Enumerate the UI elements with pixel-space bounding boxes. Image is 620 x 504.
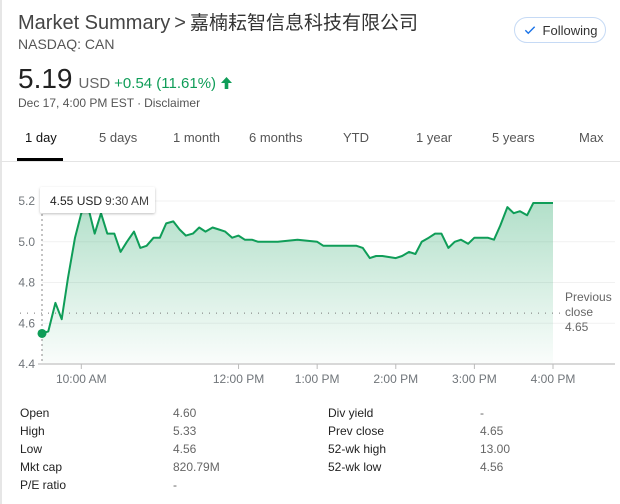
tab-ytd[interactable]: YTD — [343, 130, 369, 145]
stat-label-low: Low — [20, 442, 43, 456]
tab-5-days[interactable]: 5 days — [99, 130, 137, 145]
disclaimer-link[interactable]: Disclaimer — [144, 96, 200, 110]
active-tab-indicator — [17, 158, 63, 161]
x-tick-label: 3:00 PM — [452, 372, 497, 386]
previous-close-label: Previous close 4.65 — [565, 290, 612, 334]
stat-value-prev-close: 4.65 — [480, 424, 504, 438]
breadcrumb-market-summary[interactable]: Market Summary — [18, 12, 170, 34]
stat-value-open: 4.60 — [173, 406, 197, 420]
range-tabs: 1 day 5 days 1 month 6 months YTD 1 year… — [0, 120, 620, 162]
stat-label-open: Open — [20, 406, 50, 420]
tab-5-years[interactable]: 5 years — [492, 130, 535, 145]
x-tick-label: 12:00 PM — [213, 372, 264, 386]
price-chart[interactable]: 5.2 5.0 4.8 4.6 4.4 10:00 AM 12:00 PM 1:00 PM 2… — [0, 180, 620, 390]
following-button[interactable]: Following — [514, 17, 606, 43]
stat-value-52wk-high: 13.00 — [480, 442, 511, 456]
following-label: Following — [542, 22, 598, 38]
stat-label-52wk-high: 52-wk high — [328, 442, 387, 456]
stat-row: P/E ratio - — [0, 478, 620, 496]
tab-1-day[interactable]: 1 day — [25, 130, 57, 145]
x-tick-label: 10:00 AM — [56, 372, 107, 386]
quote-timestamp: Dec 17, 4:00 PM EST · Disclaimer — [18, 96, 200, 110]
breadcrumb-separator: > — [174, 12, 186, 34]
previous-close-label-line2: close — [565, 305, 593, 319]
stat-label-high: High — [20, 424, 45, 438]
price-area-fill — [42, 203, 553, 364]
tab-1-year[interactable]: 1 year — [416, 130, 452, 145]
arrow-up-icon — [221, 77, 233, 89]
stat-label-prev-close: Prev close — [328, 424, 385, 438]
x-tick-label: 2:00 PM — [373, 372, 418, 386]
company-name: 嘉楠耘智信息科技有限公司 — [189, 12, 418, 34]
current-price: 5.19 — [18, 63, 73, 94]
y-tick-label: 4.6 — [18, 316, 35, 330]
tooltip-price: 4.55 USD — [50, 194, 102, 208]
stat-label-mkt-cap: Mkt cap — [20, 460, 63, 474]
currency: USD — [78, 75, 111, 92]
stat-value-mkt-cap: 820.79M — [173, 460, 220, 474]
y-tick-label: 5.0 — [18, 235, 35, 249]
tooltip-time: 9:30 AM — [105, 194, 149, 208]
check-icon — [524, 26, 535, 35]
price-change: +0.54 (11.61%) — [114, 75, 217, 92]
exchange-ticker: NASDAQ: CAN — [18, 36, 115, 52]
stat-value-pe-ratio: - — [173, 478, 177, 492]
tab-1-month[interactable]: 1 month — [173, 130, 220, 145]
stat-label-div-yield: Div yield — [328, 406, 374, 420]
stat-row: High 5.33 Prev close 4.65 — [0, 424, 620, 442]
y-tick-label: 5.2 — [18, 194, 35, 208]
separator-dot: · — [137, 96, 142, 110]
stat-value-52wk-low: 4.56 — [480, 460, 504, 474]
stat-row: Low 4.56 52-wk high 13.00 — [0, 442, 620, 460]
previous-close-value: 4.65 — [565, 320, 589, 334]
page-title: Market Summary > 嘉楠耘智信息科技有限公司 — [18, 8, 418, 35]
stat-value-div-yield: - — [480, 406, 484, 420]
stat-value-high: 5.33 — [173, 424, 197, 438]
tab-6-months[interactable]: 6 months — [249, 130, 302, 145]
y-tick-label: 4.8 — [18, 276, 35, 290]
stat-row: Mkt cap 820.79M 52-wk low 4.56 — [0, 460, 620, 478]
y-tick-label: 4.4 — [18, 357, 35, 371]
quote-row: 5.19 USD +0.54 (11.61%) — [18, 63, 233, 95]
x-tick-label: 4:00 PM — [531, 372, 576, 386]
stat-row: Open 4.60 Div yield - — [0, 406, 620, 424]
stat-value-low: 4.56 — [173, 442, 197, 456]
timestamp-text: Dec 17, 4:00 PM EST — [18, 96, 135, 110]
stat-label-pe-ratio: P/E ratio — [20, 478, 67, 492]
hover-point — [37, 328, 47, 338]
stat-label-52wk-low: 52-wk low — [328, 460, 382, 474]
tab-max[interactable]: Max — [579, 130, 604, 145]
x-tick-label: 1:00 PM — [295, 372, 340, 386]
previous-close-label-line1: Previous — [565, 290, 612, 304]
